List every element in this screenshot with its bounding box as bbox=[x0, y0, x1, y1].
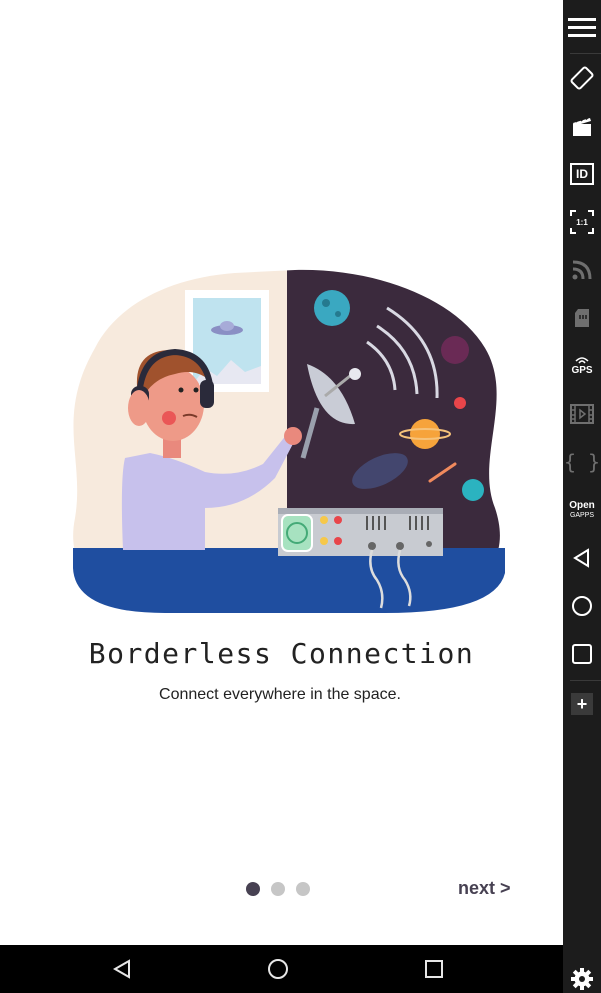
open-gapps-button[interactable]: Open GAPPS bbox=[563, 490, 601, 530]
home-icon bbox=[572, 596, 592, 616]
toolbar-recents-button[interactable] bbox=[563, 634, 601, 674]
rotate-icon bbox=[570, 66, 594, 90]
next-button[interactable]: next > bbox=[458, 878, 511, 899]
wifi-signal-icon bbox=[572, 260, 592, 280]
media-icon bbox=[570, 404, 594, 424]
device-id-icon: ID bbox=[570, 163, 594, 185]
sd-card-button[interactable] bbox=[563, 298, 601, 338]
wifi-signal-button[interactable] bbox=[563, 250, 601, 290]
back-icon bbox=[112, 959, 130, 979]
pixel-perfect-icon: 1:1 bbox=[570, 210, 594, 234]
media-button[interactable] bbox=[563, 394, 601, 434]
gear-icon bbox=[571, 968, 593, 990]
nav-home-button[interactable] bbox=[254, 945, 302, 993]
toolbar-back-button[interactable] bbox=[563, 538, 601, 578]
menu-button[interactable] bbox=[563, 7, 601, 47]
recents-icon bbox=[425, 960, 443, 978]
home-icon bbox=[268, 959, 288, 979]
nav-recents-button[interactable] bbox=[410, 945, 458, 993]
screencast-button[interactable] bbox=[563, 106, 601, 146]
recents-icon bbox=[572, 644, 592, 664]
code-button[interactable]: { } bbox=[563, 442, 601, 482]
screencast-icon bbox=[573, 116, 591, 136]
android-navigation-bar bbox=[0, 945, 563, 993]
page-dot-2[interactable] bbox=[271, 882, 285, 896]
gps-signal-icon bbox=[575, 357, 589, 364]
add-button[interactable]: + bbox=[563, 684, 601, 724]
open-gapps-icon: Open GAPPS bbox=[569, 500, 595, 520]
rotate-button[interactable] bbox=[563, 58, 601, 98]
page-indicator bbox=[246, 882, 310, 896]
toolbar-home-button[interactable] bbox=[563, 586, 601, 626]
gps-icon: GPS bbox=[571, 365, 593, 376]
back-icon bbox=[573, 548, 589, 568]
code-icon: { } bbox=[563, 450, 601, 474]
nav-back-button[interactable] bbox=[98, 945, 146, 993]
page-dot-3[interactable] bbox=[296, 882, 310, 896]
onboarding-screen: Borderless Connection Connect everywhere… bbox=[0, 0, 563, 945]
onboarding-title: Borderless Connection bbox=[88, 637, 475, 670]
pixel-perfect-label: 1:1 bbox=[576, 218, 588, 227]
onboarding-subtitle: Connect everywhere in the space. bbox=[159, 686, 401, 703]
settings-button[interactable] bbox=[563, 965, 601, 993]
pixel-perfect-button[interactable]: 1:1 bbox=[563, 202, 601, 242]
page-dot-1[interactable] bbox=[246, 882, 260, 896]
device-id-button[interactable]: ID bbox=[563, 154, 601, 194]
gps-button[interactable]: GPS bbox=[563, 346, 601, 386]
menu-icon bbox=[568, 18, 596, 37]
add-icon: + bbox=[571, 693, 593, 715]
sd-card-icon bbox=[575, 309, 589, 327]
illustration bbox=[73, 269, 505, 613]
emulator-toolbar: ID 1:1 GPS { } Open GAPPS + bbox=[563, 0, 601, 993]
